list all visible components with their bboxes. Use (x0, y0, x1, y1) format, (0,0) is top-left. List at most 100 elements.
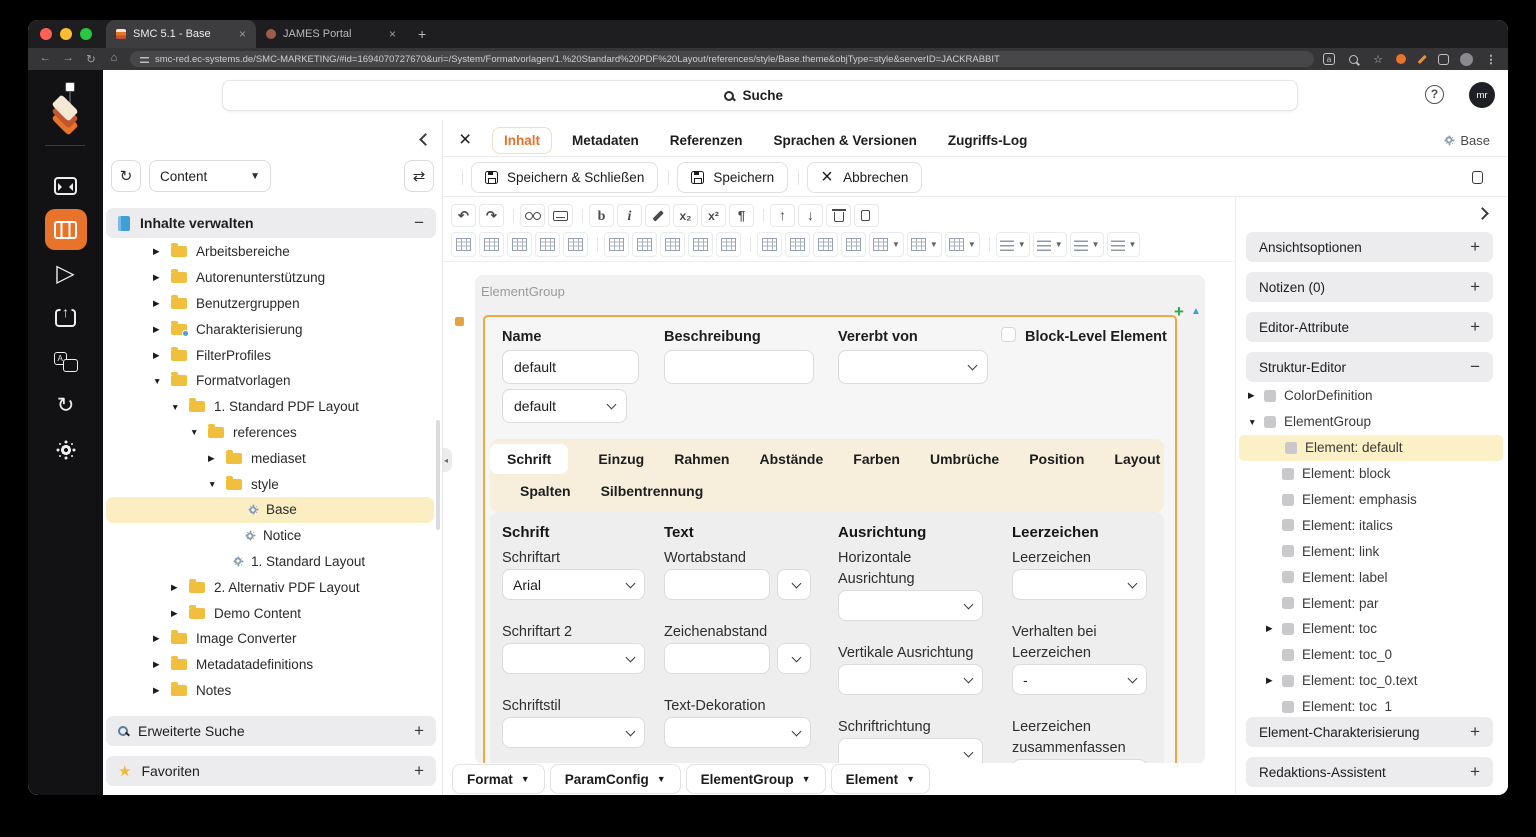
expand-arrow-icon[interactable] (153, 633, 171, 644)
content-tab[interactable]: Inhalt (492, 126, 552, 154)
table-height-icon[interactable]: ▼ (841, 232, 866, 257)
toggle-section-icon[interactable]: − (1470, 357, 1480, 377)
tab-close-icon[interactable]: × (389, 27, 396, 41)
translation-icon[interactable] (45, 341, 87, 382)
table-icon[interactable]: ▼ (750, 232, 782, 257)
expand-arrow-icon[interactable] (1266, 675, 1282, 686)
global-search[interactable] (222, 80, 1298, 111)
italic-icon[interactable] (617, 204, 642, 227)
address-bar[interactable]: smc-red.ec-systems.de/SMC-MARKETING/#id=… (130, 51, 1314, 67)
tree-item[interactable]: Demo Content (103, 600, 434, 626)
expand-panel-icon[interactable] (1476, 207, 1492, 221)
tree-item[interactable]: Benutzergruppen (103, 291, 434, 317)
align-right-icon[interactable]: ▼ (1069, 232, 1104, 257)
table-row-split-icon[interactable]: ▼ (716, 232, 741, 257)
style-tab[interactable]: Layout (1114, 444, 1160, 474)
table-column-delete-icon[interactable]: ▼ (507, 232, 532, 257)
expand-arrow-icon[interactable] (208, 453, 226, 464)
style-tab[interactable]: Abstände (759, 444, 823, 474)
panel-section[interactable]: Ansichtsoptionen + (1246, 232, 1493, 262)
field-select[interactable] (502, 717, 645, 748)
style-tab[interactable]: Rahmen (674, 444, 729, 474)
undo-icon[interactable] (451, 204, 476, 227)
collapse-group-icon[interactable]: ▲ (1191, 306, 1201, 317)
subscript-icon[interactable] (673, 204, 698, 227)
table-grid-icon[interactable]: ▼ (785, 232, 810, 257)
tree-item[interactable]: Autorenunterstützung (103, 265, 434, 291)
zoom-icon[interactable] (1346, 52, 1360, 66)
tree-item[interactable]: Image Converter (103, 626, 434, 652)
field-select[interactable]: - (1012, 664, 1147, 695)
table-column-insert-after-icon[interactable]: ▼ (479, 232, 504, 257)
field-select[interactable] (838, 738, 983, 763)
content-tab[interactable]: Sprachen & Versionen (763, 128, 928, 153)
field-select[interactable] (664, 569, 770, 600)
block-level-checkbox[interactable] (1001, 327, 1016, 342)
swap-panel-button[interactable]: ⇄ (404, 160, 434, 192)
style-tab[interactable]: Einzug (598, 444, 644, 474)
expand-arrow-icon[interactable] (171, 402, 189, 412)
publish-icon[interactable] (45, 297, 87, 338)
help-icon[interactable] (1425, 85, 1444, 104)
expand-arrow-icon[interactable] (153, 324, 171, 335)
field-select[interactable] (664, 643, 770, 674)
delete-icon[interactable] (826, 204, 851, 227)
structure-dropdown-button[interactable]: Element ▼ (830, 764, 931, 794)
minimize-window-icon[interactable] (60, 28, 72, 40)
structure-tree-item[interactable]: ElementGroup (1236, 409, 1508, 435)
expand-arrow-icon[interactable] (1266, 623, 1282, 634)
style-tab[interactable]: Spalten (520, 476, 571, 506)
new-tab-button[interactable]: + (406, 26, 438, 42)
tree-item[interactable]: Formatvorlagen (103, 368, 434, 394)
expand-arrow-icon[interactable] (153, 246, 171, 257)
style-tab[interactable]: Position (1029, 444, 1084, 474)
field-select[interactable] (664, 717, 811, 748)
table-row-insert-after-icon[interactable]: ▼ (632, 232, 657, 257)
structure-tree-item[interactable]: Element: toc_0.text (1236, 668, 1508, 694)
manage-content-header[interactable]: Inhalte verwalten − (106, 208, 436, 238)
refresh-tree-button[interactable]: ↻ (111, 160, 141, 192)
expand-arrow-icon[interactable] (153, 272, 171, 283)
tree-item[interactable]: style (103, 471, 434, 497)
action-button[interactable]: Speichern (668, 162, 789, 193)
structure-tree-item[interactable]: Element: toc_1 (1236, 694, 1508, 713)
toggle-section-icon[interactable]: + (1470, 762, 1480, 782)
structure-tree-item[interactable]: Element: toc_0 (1236, 642, 1508, 668)
scope-select[interactable]: Content ▼ (149, 160, 271, 192)
content-tab[interactable]: Zugriffs-Log (937, 128, 1038, 153)
expand-section-icon[interactable]: + (414, 721, 424, 741)
site-settings-icon[interactable] (140, 55, 149, 63)
expand-arrow-icon[interactable] (153, 685, 171, 696)
field-unit-select[interactable] (777, 643, 811, 674)
table-column-merge-icon[interactable]: ▼ (535, 232, 560, 257)
tree-item[interactable]: Metadatadefinitions (103, 652, 434, 678)
translate-icon[interactable]: a (1323, 53, 1335, 65)
structure-tree-item[interactable]: Element: italics (1236, 512, 1508, 538)
structure-tree-item[interactable]: Element: label (1236, 564, 1508, 590)
expand-arrow-icon[interactable] (208, 479, 226, 489)
collapse-section-icon[interactable]: − (414, 213, 424, 233)
browser-tab[interactable]: JAMES Portal × (256, 20, 406, 48)
preview-icon[interactable] (45, 253, 87, 294)
field-select[interactable] (502, 643, 645, 674)
find-binoculars-icon[interactable] (513, 204, 545, 227)
name-variant-select[interactable]: default (502, 389, 627, 423)
move-up-icon[interactable] (763, 204, 795, 227)
menu-icon[interactable]: ⋮ (1484, 52, 1498, 66)
field-select[interactable] (1012, 569, 1147, 600)
expand-arrow-icon[interactable] (153, 376, 171, 386)
structure-dropdown-button[interactable]: ParamConfig ▼ (549, 764, 681, 794)
table-width-icon[interactable]: ▼ (813, 232, 838, 257)
table-column-split-icon[interactable]: ▼ (563, 232, 588, 257)
user-avatar[interactable]: mr (1469, 82, 1495, 108)
collapse-panel-icon[interactable] (416, 132, 432, 148)
table-column-insert-before-icon[interactable]: ▼ (451, 232, 476, 257)
back-icon[interactable]: ← (38, 52, 52, 66)
structure-dropdown-button[interactable]: Format ▼ (452, 764, 545, 794)
expand-arrow-icon[interactable] (171, 608, 189, 619)
expand-arrow-icon[interactable] (153, 350, 171, 361)
profile-icon[interactable] (1460, 52, 1473, 66)
bold-icon[interactable] (582, 204, 614, 227)
expand-arrow-icon[interactable] (153, 298, 171, 309)
table-row-delete-icon[interactable]: ▼ (660, 232, 685, 257)
